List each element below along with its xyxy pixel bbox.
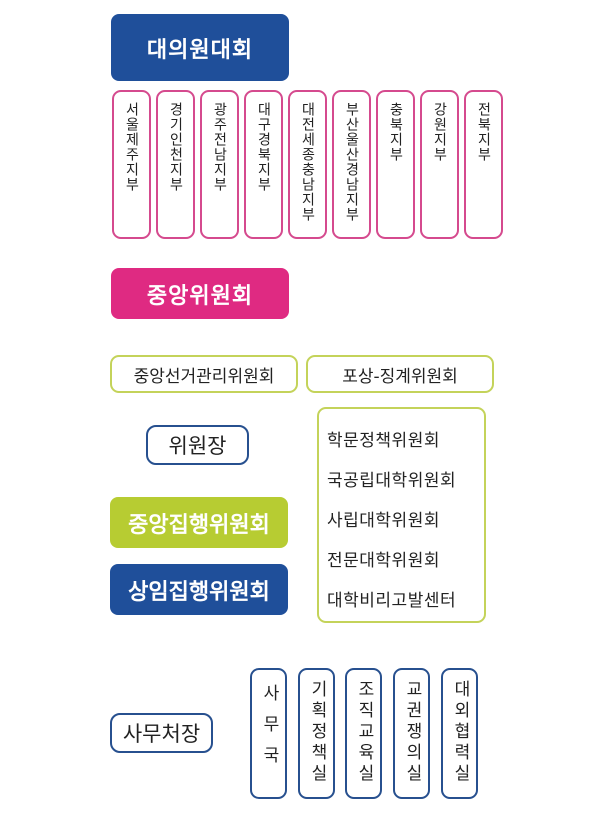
branch-box: 대구경북지부 [244, 90, 283, 239]
discipline-committee-box: 포상-징계위원회 [306, 355, 494, 393]
office-box: 사무국 [250, 668, 287, 799]
office-label: 대외협력실 [450, 680, 470, 785]
central-committee-label: 중앙위원회 [146, 283, 254, 309]
branch-label: 대전세종충남지부 [299, 102, 316, 222]
central-committee-box: 중앙위원회 [111, 268, 289, 319]
delegates-assembly-box: 대의원대회 [111, 14, 289, 81]
office-label: 조직교육실 [354, 680, 374, 785]
branch-box: 서울제주지부 [112, 90, 151, 239]
standing-executive-label: 상임집행위원회 [128, 579, 270, 605]
delegates-assembly-label: 대의원대회 [146, 37, 254, 63]
central-executive-label: 중앙집행위원회 [128, 512, 270, 538]
branch-box: 부산울산경남지부 [332, 90, 371, 239]
office-box: 조직교육실 [345, 668, 382, 799]
office-label: 사무국 [259, 684, 279, 777]
central-executive-box: 중앙집행위원회 [110, 497, 288, 548]
branch-box: 강원지부 [420, 90, 459, 239]
branch-label: 경기인천지부 [167, 102, 184, 192]
sub-committee-item: 국공립대학위원회 [327, 471, 457, 491]
branch-label: 강원지부 [431, 102, 448, 162]
branch-box: 전북지부 [464, 90, 503, 239]
chairman-label: 위원장 [168, 434, 227, 458]
office-label: 교권쟁의실 [402, 680, 422, 785]
branch-label: 서울제주지부 [123, 102, 140, 192]
sub-committee-group: 학문정책위원회 국공립대학위원회 사립대학위원회 전문대학위원회 대학비리고발센… [317, 407, 486, 623]
branch-box: 충북지부 [376, 90, 415, 239]
branch-label: 전북지부 [475, 102, 492, 162]
secretary-general-label: 사무처장 [122, 722, 201, 746]
branch-box: 광주전남지부 [200, 90, 239, 239]
discipline-committee-label: 포상-징계위원회 [342, 366, 458, 387]
branch-box: 대전세종충남지부 [288, 90, 327, 239]
branch-label: 충북지부 [387, 102, 404, 162]
standing-executive-box: 상임집행위원회 [110, 564, 288, 615]
office-label: 기획정책실 [307, 680, 327, 785]
branch-label: 부산울산경남지부 [343, 102, 360, 222]
sub-committee-item: 대학비리고발센터 [327, 591, 457, 611]
chairman-box: 위원장 [146, 425, 249, 465]
election-committee-box: 중앙선거관리위원회 [110, 355, 298, 393]
branch-label: 대구경북지부 [255, 102, 272, 192]
office-box: 교권쟁의실 [393, 668, 430, 799]
office-box: 기획정책실 [298, 668, 335, 799]
sub-committee-item: 사립대학위원회 [327, 511, 440, 531]
office-box: 대외협력실 [441, 668, 478, 799]
secretary-general-box: 사무처장 [110, 713, 213, 753]
election-committee-label: 중앙선거관리위원회 [133, 366, 275, 387]
sub-committee-item: 학문정책위원회 [327, 431, 440, 451]
branch-box: 경기인천지부 [156, 90, 195, 239]
sub-committee-item: 전문대학위원회 [327, 551, 440, 571]
branch-label: 광주전남지부 [211, 102, 228, 192]
